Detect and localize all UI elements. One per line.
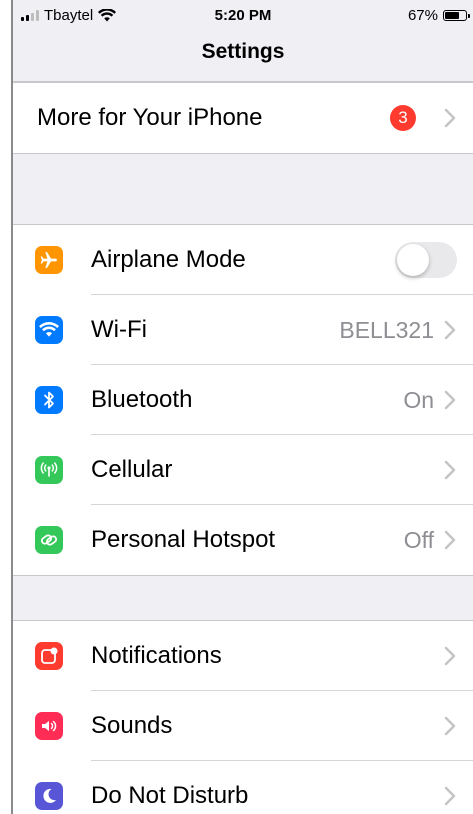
status-right: 67%	[407, 7, 470, 24]
cellular-label: Cellular	[91, 456, 173, 483]
chevron-right-icon	[444, 716, 456, 736]
cellular-antenna-icon	[35, 456, 63, 484]
promo-group: More for Your iPhone 3	[13, 82, 473, 154]
device-frame-edge	[0, 0, 13, 814]
bluetooth-icon	[35, 386, 63, 414]
notifications-row[interactable]: Notifications	[13, 621, 473, 691]
airplane-icon	[35, 246, 63, 274]
wifi-label: Wi-Fi	[91, 316, 147, 343]
sounds-row[interactable]: Sounds	[13, 691, 473, 761]
notifications-group: Notifications Sounds Do Not Disturb	[13, 620, 473, 814]
more-for-iphone-row[interactable]: More for Your iPhone 3	[13, 83, 473, 153]
notification-badge: 3	[390, 105, 416, 131]
do-not-disturb-label: Do Not Disturb	[91, 782, 249, 809]
speaker-icon	[35, 712, 63, 740]
chevron-right-icon	[444, 108, 456, 128]
airplane-mode-toggle[interactable]	[395, 242, 457, 278]
sounds-label: Sounds	[91, 712, 173, 739]
chevron-right-icon	[444, 460, 456, 480]
do-not-disturb-row[interactable]: Do Not Disturb	[13, 761, 473, 814]
wifi-network-value: BELL321	[339, 316, 434, 343]
hotspot-link-icon	[35, 526, 63, 554]
wifi-row[interactable]: Wi-Fi BELL321	[13, 295, 473, 365]
battery-percentage: 67%	[407, 7, 438, 24]
toggle-knob	[397, 244, 429, 276]
chevron-right-icon	[444, 390, 456, 410]
notifications-label: Notifications	[91, 642, 222, 669]
battery-icon	[443, 10, 470, 21]
chevron-right-icon	[444, 530, 456, 550]
notifications-icon	[35, 642, 63, 670]
personal-hotspot-label: Personal Hotspot	[91, 526, 276, 553]
wifi-icon	[35, 316, 63, 344]
moon-icon	[35, 782, 63, 810]
airplane-mode-label: Airplane Mode	[91, 246, 246, 273]
chevron-right-icon	[444, 786, 456, 806]
bluetooth-row[interactable]: Bluetooth On	[13, 365, 473, 435]
bluetooth-label: Bluetooth	[91, 386, 193, 413]
cellular-row[interactable]: Cellular	[13, 435, 473, 505]
bluetooth-status-value: On	[403, 386, 434, 413]
settings-screen: Tbaytel 5:20 PM 67% Settings More for Yo…	[13, 0, 473, 814]
chevron-right-icon	[444, 320, 456, 340]
chevron-right-icon	[444, 646, 456, 666]
hotspot-status-value: Off	[403, 526, 434, 553]
status-bar: Tbaytel 5:20 PM 67%	[13, 0, 473, 30]
status-time: 5:20 PM	[214, 7, 272, 24]
connectivity-group: Airplane Mode Wi-Fi BELL321 Bluetooth On	[13, 224, 473, 576]
more-for-iphone-label: More for Your iPhone	[37, 104, 263, 131]
personal-hotspot-row[interactable]: Personal Hotspot Off	[13, 505, 473, 575]
page-title: Settings	[201, 40, 285, 63]
airplane-mode-row: Airplane Mode	[13, 225, 473, 295]
